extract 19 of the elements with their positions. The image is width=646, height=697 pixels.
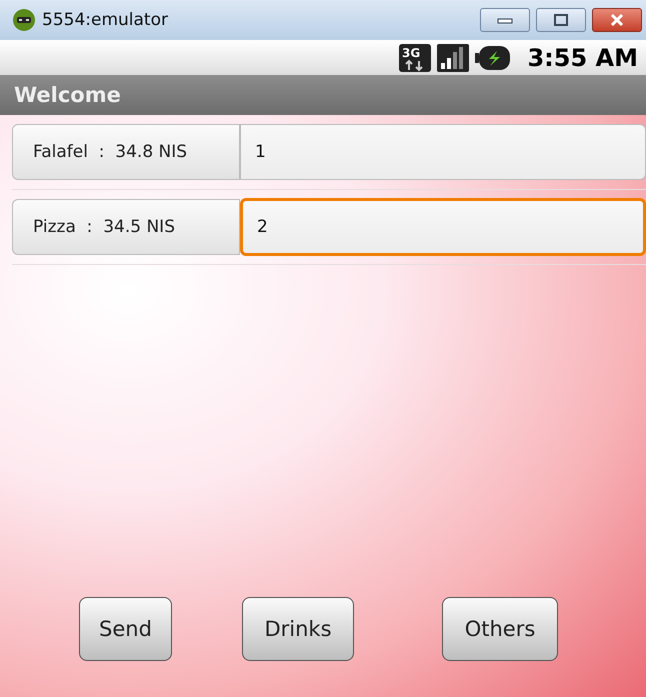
close-button[interactable]: [592, 8, 642, 32]
action-button[interactable]: Drinks: [242, 597, 354, 661]
window-title: 5554:emulator: [42, 10, 168, 30]
quantity-field[interactable]: 2: [240, 198, 646, 256]
action-button[interactable]: Others: [442, 597, 558, 661]
item-price-button[interactable]: Pizza : 34.5 NIS: [12, 199, 240, 255]
action-button[interactable]: Send: [79, 597, 172, 661]
maximize-button[interactable]: [536, 8, 586, 32]
maximize-icon: [553, 14, 569, 26]
emulator-icon: [12, 8, 36, 32]
item-price-button[interactable]: Falafel : 34.8 NIS: [12, 124, 240, 180]
clock-time: 3:55 AM: [527, 44, 638, 72]
minimize-icon: [497, 16, 513, 24]
network-3g-icon: 3G: [399, 42, 432, 74]
minimize-button[interactable]: [480, 8, 530, 32]
signal-icon: [437, 42, 470, 74]
app-title: Welcome: [14, 83, 121, 107]
close-icon: [609, 14, 625, 26]
quantity-field[interactable]: 1: [240, 124, 646, 180]
